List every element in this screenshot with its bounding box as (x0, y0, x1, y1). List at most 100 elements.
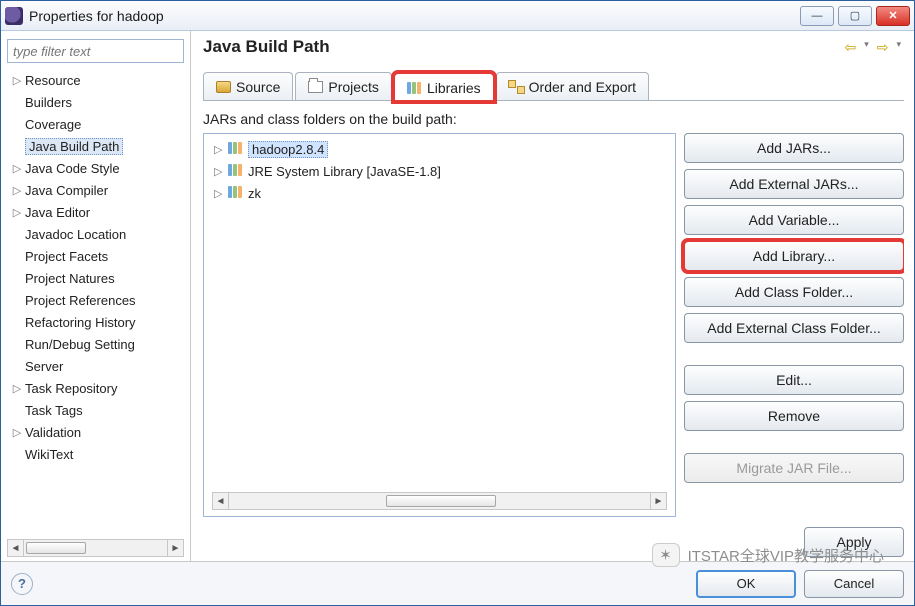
sidebar-item-label: Project Facets (25, 249, 108, 264)
scroll-left-icon[interactable]: ◄ (213, 493, 229, 509)
tab-label: Order and Export (529, 79, 636, 95)
expand-icon: ▷ (11, 206, 23, 219)
sidebar-item-label: Java Build Path (25, 138, 123, 155)
sidebar-item-run-debug-setting[interactable]: Run/Debug Setting (3, 333, 188, 355)
sidebar-item-project-facets[interactable]: Project Facets (3, 245, 188, 267)
scroll-left-icon[interactable]: ◄ (8, 540, 24, 556)
page-nav: ⇦▾ ⇨▾ (841, 39, 904, 56)
forward-icon[interactable]: ⇨ (874, 39, 892, 56)
sidebar-item-label: Coverage (25, 117, 81, 132)
libraries-tree[interactable]: ▷ hadoop2.8.4 ▷JRE System Library [JavaSE-… (203, 133, 676, 517)
sidebar-item-java-compiler[interactable]: ▷Java Compiler (3, 179, 188, 201)
apply-button[interactable]: Apply (804, 527, 904, 557)
sidebar-item-wikitext[interactable]: WikiText (3, 443, 188, 465)
sidebar-hscrollbar[interactable]: ◄ ► (7, 539, 184, 557)
ok-button[interactable]: OK (696, 570, 796, 598)
titlebar: Properties for hadoop — ▢ ✕ (1, 1, 914, 31)
sidebar-item-project-references[interactable]: Project References (3, 289, 188, 311)
sidebar-item-label: Java Compiler (25, 183, 108, 198)
libs-hscrollbar[interactable]: ◄ ► (212, 492, 667, 510)
sidebar-item-label: Task Repository (25, 381, 117, 396)
library-icon (228, 164, 244, 178)
sidebar-item-java-editor[interactable]: ▷Java Editor (3, 201, 188, 223)
expand-icon: ▷ (11, 382, 23, 395)
add-library-button[interactable]: Add Library... (684, 241, 904, 271)
sidebar-item-label: Project References (25, 293, 136, 308)
libs-row: ▷ hadoop2.8.4 ▷JRE System Library [JavaSE-… (203, 133, 904, 517)
apply-row: Apply (203, 527, 904, 557)
scroll-thumb[interactable] (26, 542, 86, 554)
library-icon (228, 142, 244, 156)
build-path-tabs: Source Projects Libraries Order and Export (203, 71, 904, 101)
sidebar-item-label: Resource (25, 73, 81, 88)
filter-input[interactable] (7, 39, 184, 63)
window-buttons: — ▢ ✕ (800, 6, 910, 26)
cancel-button[interactable]: Cancel (804, 570, 904, 598)
window-title: Properties for hadoop (29, 8, 800, 24)
sidebar-item-label: Java Editor (25, 205, 90, 220)
dialog-footer: ? OK Cancel (1, 561, 914, 605)
help-button[interactable]: ? (11, 573, 33, 595)
sidebar-item-server[interactable]: Server (3, 355, 188, 377)
forward-menu-icon[interactable]: ▾ (893, 39, 904, 56)
app-icon (5, 7, 23, 25)
sidebar-item-task-tags[interactable]: Task Tags (3, 399, 188, 421)
sidebar-item-label: Task Tags (25, 403, 83, 418)
sidebar-item-builders[interactable]: Builders (3, 91, 188, 113)
expand-icon: ▷ (214, 143, 226, 156)
add-jars-button[interactable]: Add JARs... (684, 133, 904, 163)
scroll-thumb[interactable] (386, 495, 496, 507)
source-icon (216, 81, 231, 93)
tab-libraries[interactable]: Libraries (394, 73, 494, 101)
button-column: Add JARs... Add External JARs... Add Var… (684, 133, 904, 517)
add-class-folder-button[interactable]: Add Class Folder... (684, 277, 904, 307)
scroll-right-icon[interactable]: ► (650, 493, 666, 509)
tab-order[interactable]: Order and Export (496, 72, 649, 100)
expand-icon: ▷ (11, 426, 23, 439)
edit-button[interactable]: Edit... (684, 365, 904, 395)
sidebar-item-label: Java Code Style (25, 161, 120, 176)
sidebar-item-coverage[interactable]: Coverage (3, 113, 188, 135)
order-export-icon (509, 81, 524, 93)
library-item[interactable]: ▷ hadoop2.8.4 (208, 138, 671, 160)
back-menu-icon[interactable]: ▾ (861, 39, 872, 56)
minimize-button[interactable]: — (800, 6, 834, 26)
sidebar-item-project-natures[interactable]: Project Natures (3, 267, 188, 289)
back-icon[interactable]: ⇦ (841, 39, 859, 56)
tab-label: Projects (328, 79, 379, 95)
add-external-jars-button[interactable]: Add External JARs... (684, 169, 904, 199)
tab-source[interactable]: Source (203, 72, 293, 100)
sidebar-item-java-code-style[interactable]: ▷Java Code Style (3, 157, 188, 179)
sidebar-item-java-build-path[interactable]: Java Build Path (3, 135, 188, 157)
category-sidebar: ▷ResourceBuildersCoverageJava Build Path… (1, 31, 191, 561)
sidebar-item-refactoring-history[interactable]: Refactoring History (3, 311, 188, 333)
sidebar-item-javadoc-location[interactable]: Javadoc Location (3, 223, 188, 245)
migrate-jar-button: Migrate JAR File... (684, 453, 904, 483)
projects-icon (308, 81, 323, 93)
sidebar-item-task-repository[interactable]: ▷Task Repository (3, 377, 188, 399)
remove-button[interactable]: Remove (684, 401, 904, 431)
tab-projects[interactable]: Projects (295, 72, 392, 100)
sidebar-item-label: Run/Debug Setting (25, 337, 135, 352)
sidebar-item-label: Server (25, 359, 63, 374)
ok-cancel-group: OK Cancel (696, 570, 904, 598)
add-external-class-folder-button[interactable]: Add External Class Folder... (684, 313, 904, 343)
sidebar-item-label: Javadoc Location (25, 227, 126, 242)
page-title: Java Build Path (203, 37, 841, 57)
libs-subhead: JARs and class folders on the build path… (203, 111, 904, 127)
add-variable-button[interactable]: Add Variable... (684, 205, 904, 235)
sidebar-item-resource[interactable]: ▷Resource (3, 69, 188, 91)
sidebar-item-label: Project Natures (25, 271, 115, 286)
sidebar-item-label: Builders (25, 95, 72, 110)
tab-label: Source (236, 79, 280, 95)
expand-icon: ▷ (11, 162, 23, 175)
scroll-right-icon[interactable]: ► (167, 540, 183, 556)
library-item[interactable]: ▷zk (208, 182, 671, 204)
close-button[interactable]: ✕ (876, 6, 910, 26)
category-tree[interactable]: ▷ResourceBuildersCoverageJava Build Path… (3, 69, 188, 537)
library-item[interactable]: ▷JRE System Library [JavaSE-1.8] (208, 160, 671, 182)
maximize-button[interactable]: ▢ (838, 6, 872, 26)
expand-icon: ▷ (11, 184, 23, 197)
sidebar-item-validation[interactable]: ▷Validation (3, 421, 188, 443)
library-label: hadoop2.8.4 (248, 141, 328, 158)
